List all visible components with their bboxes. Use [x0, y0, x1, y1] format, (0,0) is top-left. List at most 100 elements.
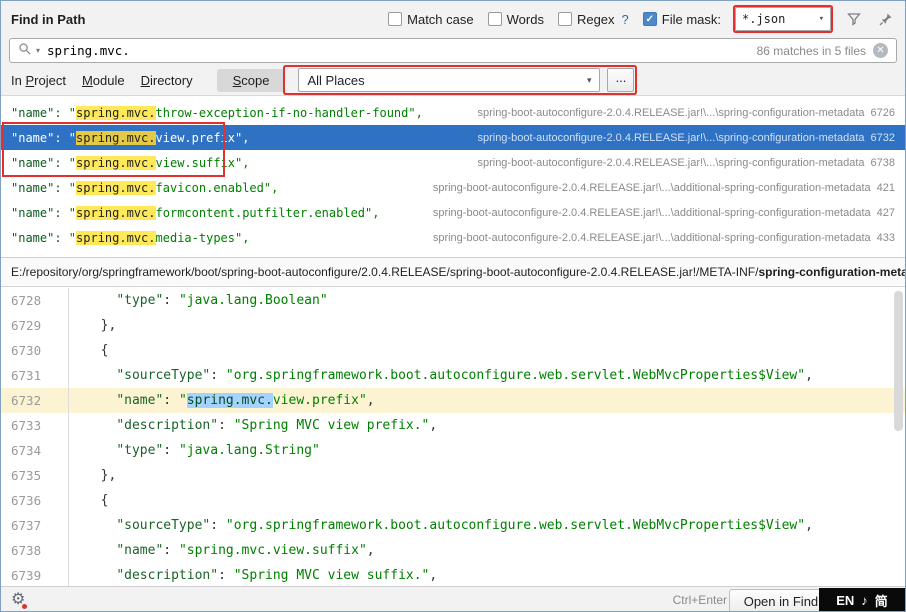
scope-combo-value: All Places [307, 73, 364, 88]
words-checkbox[interactable]: Words [488, 12, 544, 27]
pin-icon[interactable] [877, 10, 895, 28]
search-options: Match case Words Regex ? File mask: *.js… [388, 7, 895, 31]
regex-checkbox[interactable]: Regex ? [558, 12, 629, 27]
code-line-text: "name": "spring.mvc.view.suffix", [69, 538, 375, 563]
code-line-text: { [69, 488, 108, 513]
file-mask-label: File mask: [662, 12, 721, 27]
scrollbar-thumb[interactable] [894, 291, 903, 431]
result-row[interactable]: "name": "spring.mvc.view.suffix",spring-… [1, 150, 905, 175]
code-line-text: { [69, 338, 108, 363]
result-row[interactable]: "name": "spring.mvc.media-types", spring-… [1, 225, 905, 250]
scope-tab-module[interactable]: Module [82, 73, 125, 88]
filter-icon[interactable] [845, 10, 863, 28]
scope-combobox[interactable]: All Places [298, 68, 600, 92]
line-number: 6733 [1, 413, 69, 438]
file-mask-annotation: *.json [735, 7, 831, 31]
code-line: 6739 "description": "Spring MVC view suf… [1, 563, 905, 586]
line-number: 6734 [1, 438, 69, 463]
search-icon[interactable] [18, 42, 32, 59]
preview-file-path: E:/repository/org/springframework/boot/s… [1, 257, 905, 287]
ime-language-indicator[interactable]: EN ♪ 简 [819, 588, 905, 612]
code-line: 6736 { [1, 488, 905, 513]
match-case-checkbox[interactable]: Match case [388, 12, 473, 27]
scope-tab-directory[interactable]: Directory [141, 73, 193, 88]
search-history-chevron-icon[interactable]: ▾ [36, 46, 40, 55]
gear-icon[interactable]: ⚙ [11, 592, 25, 608]
code-line-text: }, [69, 313, 116, 338]
line-number: 6737 [1, 513, 69, 538]
code-line-text: "name": "spring.mvc.view.prefix", [69, 388, 375, 413]
clear-search-icon[interactable]: ✕ [873, 43, 888, 58]
code-line-text: "sourceType": "org.springframework.boot.… [69, 363, 813, 388]
code-line: 6738 "name": "spring.mvc.view.suffix", [1, 538, 905, 563]
ime-lang-label: 简 [875, 591, 888, 610]
line-number: 6732 [1, 388, 69, 413]
scope-tab-scope[interactable]: Scope [217, 69, 286, 92]
result-file-path: spring-boot-autoconfigure-2.0.4.RELEASE.… [415, 207, 895, 219]
file-mask-checkbox[interactable]: File mask: [643, 12, 721, 27]
regex-help-link[interactable]: ? [622, 12, 629, 27]
code-line: 6729 }, [1, 313, 905, 338]
line-number: 6739 [1, 563, 69, 586]
regex-label: Regex [577, 12, 615, 27]
result-row[interactable]: "name": "spring.mvc.formcontent.putfilte… [1, 200, 905, 225]
match-count-status: 86 matches in 5 files [757, 44, 866, 58]
scope-tabs: In Project Module Directory Scope [11, 69, 285, 92]
code-line: 6730 { [1, 338, 905, 363]
line-number: 6729 [1, 313, 69, 338]
result-match-text: "name": "spring.mvc.formcontent.putfilte… [11, 206, 379, 220]
result-file-path: spring-boot-autoconfigure-2.0.4.RELEASE.… [415, 232, 895, 244]
line-number: 6736 [1, 488, 69, 513]
scope-bar: In Project Module Directory Scope All Place… [1, 65, 905, 96]
search-input[interactable]: ▾ spring.mvc. 86 matches in 5 files ✕ [9, 38, 897, 63]
code-line: 6733 "description": "Spring MVC view pre… [1, 413, 905, 438]
words-label: Words [507, 12, 544, 27]
code-preview-editor[interactable]: 6728 "type": "java.lang.Boolean"6729 },6… [1, 288, 905, 586]
scope-combo-annotation: All Places ... [285, 67, 635, 93]
line-number: 6731 [1, 363, 69, 388]
dialog-title: Find in Path [11, 12, 85, 27]
result-match-text: "name": "spring.mvc.favicon.enabled", [11, 181, 278, 195]
result-file-path: spring-boot-autoconfigure-2.0.4.RELEASE.… [459, 132, 895, 144]
line-number: 6735 [1, 463, 69, 488]
result-row[interactable]: "name": "spring.mvc.favicon.enabled",spr… [1, 175, 905, 200]
scope-tab-in-project[interactable]: In Project [11, 73, 66, 88]
line-number: 6738 [1, 538, 69, 563]
search-query-text: spring.mvc. [47, 43, 130, 58]
code-line: 6728 "type": "java.lang.Boolean" [1, 288, 905, 313]
result-match-text: "name": "spring.mvc.media-types", [11, 231, 249, 245]
code-line: 6734 "type": "java.lang.String" [1, 438, 905, 463]
line-number: 6730 [1, 338, 69, 363]
ime-mode-icon: ♪ [861, 593, 868, 608]
checkbox-box [488, 12, 502, 26]
dialog-header: Find in Path Match case Words Regex ? Fi… [1, 1, 905, 37]
find-in-path-dialog: Find in Path Match case Words Regex ? Fi… [0, 0, 906, 612]
result-file-path: spring-boot-autoconfigure-2.0.4.RELEASE.… [459, 107, 895, 119]
scope-more-button[interactable]: ... [607, 68, 634, 92]
code-lines: 6728 "type": "java.lang.Boolean"6729 },6… [1, 288, 905, 586]
chevron-down-icon [819, 14, 824, 24]
results-list: "name": "spring.mvc.throw-exception-if-n… [1, 96, 905, 257]
file-path-prefix: E:/repository/org/springframework/boot/s… [11, 265, 758, 279]
code-line-text: "description": "Spring MVC view suffix."… [69, 563, 437, 586]
result-row[interactable]: "name": "spring.mvc.view.prefix", spring-… [1, 125, 905, 150]
code-line: 6732 "name": "spring.mvc.view.prefix", [1, 388, 905, 413]
result-file-path: spring-boot-autoconfigure-2.0.4.RELEASE.… [459, 157, 895, 169]
file-path-name: spring-configuration-metadata [758, 265, 905, 279]
result-row[interactable]: "name": "spring.mvc.throw-exception-if-n… [1, 100, 905, 125]
chevron-down-icon [587, 75, 592, 86]
checkbox-box [558, 12, 572, 26]
code-line-text: "type": "java.lang.Boolean" [69, 288, 328, 313]
code-line: 6737 "sourceType": "org.springframework.… [1, 513, 905, 538]
match-case-label: Match case [407, 12, 473, 27]
shortcut-hint: Ctrl+Enter [673, 593, 727, 607]
code-line: 6731 "sourceType": "org.springframework.… [1, 363, 905, 388]
code-line-text: "sourceType": "org.springframework.boot.… [69, 513, 813, 538]
code-line-text: "type": "java.lang.String" [69, 438, 320, 463]
ime-en-label: EN [836, 593, 854, 608]
file-mask-combobox[interactable]: *.json [735, 7, 831, 31]
result-match-text: "name": "spring.mvc.view.prefix", [11, 131, 249, 145]
dialog-footer: ⚙ Ctrl+Enter Open in Find Window EN ♪ 简 [1, 586, 905, 612]
result-match-text: "name": "spring.mvc.throw-exception-if-n… [11, 106, 423, 120]
checkbox-box [388, 12, 402, 26]
